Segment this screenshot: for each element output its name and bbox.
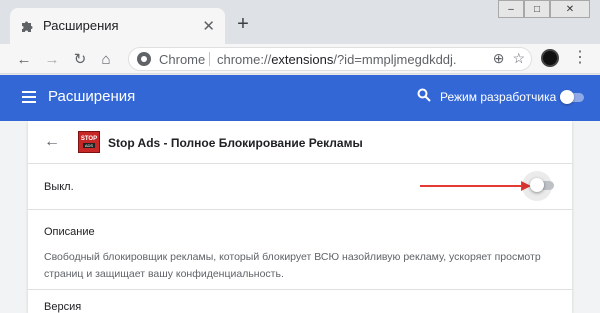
extension-details-card: ← STOP ADS Stop Ads - Полное Блокировани… <box>28 121 572 313</box>
description-heading: Описание <box>44 226 95 238</box>
home-icon[interactable]: ⌂ <box>96 49 116 69</box>
logo-top-text: STOP <box>80 136 98 142</box>
page-title: Расширения <box>48 88 136 105</box>
url-scheme-label: Chrome <box>159 52 206 67</box>
url-separator <box>209 52 210 66</box>
stop-ads-logo: STOP ADS <box>78 131 100 153</box>
new-tab-button[interactable]: + <box>232 13 254 35</box>
logo-bottom-text: ADS <box>82 143 96 148</box>
bookmark-star-icon[interactable]: ☆ <box>512 50 525 67</box>
annotation-arrow-line <box>420 185 523 187</box>
version-heading: Версия <box>44 301 82 313</box>
chrome-icon <box>137 52 151 66</box>
back-icon[interactable]: ← <box>14 49 34 69</box>
address-bar-tools: ⊕ ☆ <box>493 50 525 67</box>
close-window-button[interactable]: ✕ <box>550 0 590 18</box>
reload-icon[interactable]: ↻ <box>70 49 90 69</box>
url-text: chrome://extensions/?id=mmpljmegdkddj... <box>217 52 457 67</box>
extension-name: Stop Ads - Полное Блокирование Рекламы <box>108 136 363 150</box>
extensions-header: Расширения Режим разработчика <box>0 75 600 121</box>
tab-title: Расширения <box>43 18 119 33</box>
address-bar[interactable]: Chrome chrome://extensions/?id=mmpljmegd… <box>128 47 532 71</box>
tab-close-icon[interactable]: ✕ <box>202 17 215 35</box>
zoom-icon[interactable]: ⊕ <box>493 50 505 67</box>
window-controls: – □ ✕ <box>498 0 590 18</box>
search-icon[interactable] <box>417 88 431 102</box>
hamburger-icon[interactable] <box>22 91 36 103</box>
dev-mode-label: Режим разработчика <box>440 90 557 104</box>
content-area: ← STOP ADS Stop Ads - Полное Блокировани… <box>0 121 600 313</box>
browser-toolbar: ← → ↻ ⌂ Chrome chrome://extensions/?id=m… <box>0 44 600 74</box>
description-text: Свободный блокировщик рекламы, который б… <box>44 251 541 280</box>
menu-icon[interactable]: ⋮ <box>572 48 588 68</box>
dev-mode-toggle[interactable] <box>560 90 584 104</box>
tab-strip: Расширения ✕ + – □ ✕ <box>0 0 600 44</box>
dev-mode-knob <box>560 90 574 104</box>
divider <box>28 163 572 164</box>
url-host: extensions <box>271 52 334 67</box>
maximize-button[interactable]: □ <box>524 0 550 18</box>
divider <box>28 209 572 210</box>
profile-avatar[interactable] <box>541 49 559 67</box>
minimize-button[interactable]: – <box>498 0 524 18</box>
enable-extension-toggle[interactable] <box>530 178 554 193</box>
url-rest: /?id=mmpljmegdkddj... <box>333 52 457 67</box>
back-arrow-icon[interactable]: ← <box>44 133 60 151</box>
url-prefix: chrome:// <box>217 52 272 67</box>
tab-extensions[interactable]: Расширения ✕ <box>10 8 225 44</box>
puzzle-icon <box>22 21 33 32</box>
divider <box>28 289 572 290</box>
enable-toggle-knob <box>530 178 544 192</box>
forward-icon[interactable]: → <box>42 49 62 69</box>
status-label: Выкл. <box>44 181 74 193</box>
